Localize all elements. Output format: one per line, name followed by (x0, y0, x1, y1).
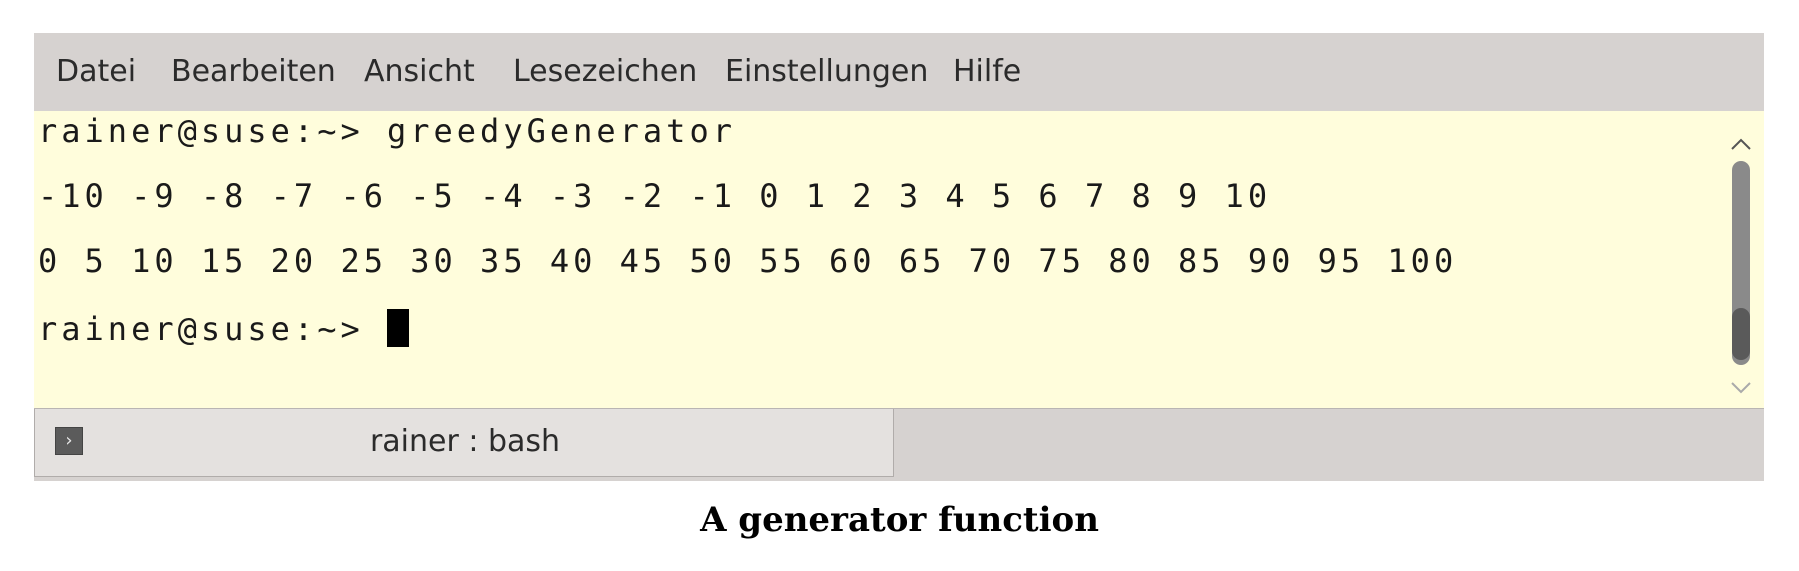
menu-bar: Datei Bearbeiten Ansicht Lesezeichen Ein… (34, 33, 1764, 111)
terminal-cursor (386, 309, 409, 347)
menu-bearbeiten[interactable]: Bearbeiten (171, 55, 336, 89)
tab-rainer-bash[interactable]: › rainer : bash (34, 409, 894, 477)
tab-label: rainer : bash (369, 424, 561, 459)
terminal-prompt-text: rainer@suse:~> (38, 310, 387, 348)
tab-bar: › rainer : bash (34, 408, 1764, 481)
terminal-output[interactable]: rainer@suse:~> greedyGenerator -10 -9 -8… (34, 111, 1718, 408)
terminal-line-command: rainer@suse:~> greedyGenerator (38, 112, 736, 150)
menu-datei[interactable]: Datei (56, 55, 136, 89)
menu-einstellungen[interactable]: Einstellungen (725, 55, 928, 89)
terminal-line-output-1: -10 -9 -8 -7 -6 -5 -4 -3 -2 -1 0 1 2 3 4… (38, 177, 1272, 215)
menu-ansicht[interactable]: Ansicht (364, 55, 475, 89)
terminal-line-output-2: 0 5 10 15 20 25 30 35 40 45 50 55 60 65 … (38, 242, 1458, 280)
menu-hilfe[interactable]: Hilfe (953, 55, 1021, 89)
konsole-window: Datei Bearbeiten Ansicht Lesezeichen Ein… (34, 33, 1764, 481)
figure-caption: A generator function (700, 500, 1099, 540)
terminal-scrollbar[interactable] (1718, 111, 1764, 408)
scrollbar-thumb[interactable] (1732, 308, 1750, 360)
chevron-up-icon[interactable] (1727, 135, 1755, 153)
terminal-line-prompt: rainer@suse:~> (38, 309, 409, 349)
menu-lesezeichen[interactable]: Lesezeichen (513, 55, 697, 89)
chevron-down-icon[interactable] (1727, 379, 1755, 397)
